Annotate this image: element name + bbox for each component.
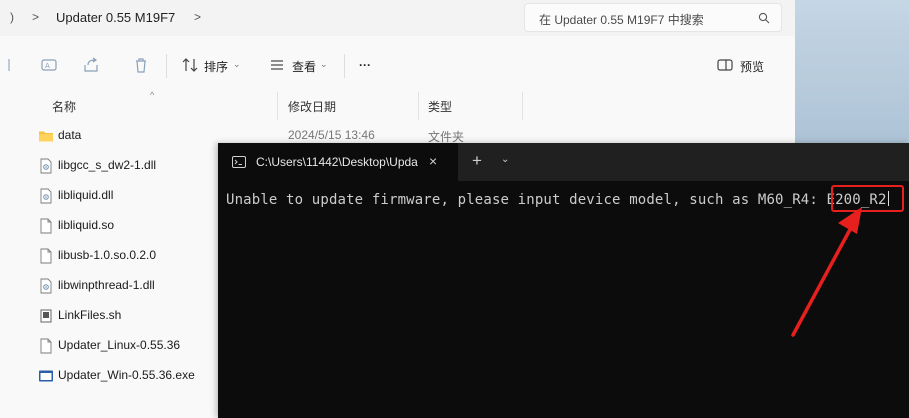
file-date: 2024/5/15 13:46 [288,128,375,142]
file-name: libwinpthread-1.dll [58,278,155,292]
svg-text:A: A [45,62,50,70]
new-item-icon[interactable] [6,56,24,74]
search-placeholder: 在 Updater 0.55 M19F7 中搜索 [539,13,704,27]
sort-chevron-icon[interactable]: ⌄ [233,59,241,70]
breadcrumb-fragment: ) [10,10,14,24]
file-name: LinkFiles.sh [58,308,122,322]
more-options-button[interactable]: ··· [359,58,371,72]
breadcrumb-separator: > [32,10,40,24]
search-icon [758,12,770,24]
dll-file-icon [38,188,54,204]
terminal-output[interactable]: Unable to update firmware, please input … [226,191,890,208]
rename-icon[interactable]: A [40,56,58,74]
view-button[interactable]: 查看 [292,58,316,75]
tab-dropdown-chevron-icon[interactable]: ⌄ [501,154,509,165]
file-icon [38,218,54,234]
sort-button[interactable]: 排序 [204,58,228,75]
folder-icon [38,128,54,144]
exe-file-icon [38,368,54,384]
new-tab-button[interactable]: + [472,151,482,171]
file-name: libusb-1.0.so.0.2.0 [58,248,157,262]
terminal-window: C:\Users\11442\Desktop\Upda × + ⌄ Unable… [218,143,909,418]
terminal-prompt-text: Unable to update firmware, please input … [226,192,827,208]
file-name: Updater_Linux-0.55.36 [58,338,181,352]
preview-pane-icon[interactable] [716,56,734,74]
highlight-box [831,185,904,212]
column-header-date[interactable]: 修改日期 [288,98,336,115]
share-icon[interactable] [82,56,100,74]
file-name: Updater_Win-0.55.36.exe [58,368,195,382]
command-bar: A 排序 ⌄ 查看 ⌄ ··· 预览 [0,46,795,86]
preview-button[interactable]: 预览 [740,58,764,75]
breadcrumb-folder[interactable]: Updater 0.55 M19F7 [56,10,175,25]
close-tab-button[interactable]: × [429,153,437,169]
dll-file-icon [38,158,54,174]
delete-icon[interactable] [132,56,150,74]
sort-icon[interactable] [181,56,199,74]
column-headers: 名称 ^ 修改日期 类型 [0,90,795,120]
terminal-tab-title: C:\Users\11442\Desktop\Upda [256,155,418,169]
file-name: libgcc_s_dw2-1.dll [58,158,157,172]
address-bar: ) > Updater 0.55 M19F7 > 在 Updater 0.55 … [0,0,795,36]
toolbar-divider [344,54,345,78]
file-icon [38,248,54,264]
breadcrumb-separator-end[interactable]: > [194,10,201,24]
view-chevron-icon[interactable]: ⌄ [320,59,328,70]
script-file-icon [38,308,54,324]
column-header-name[interactable]: 名称 [52,98,76,115]
file-name: data [58,128,82,142]
terminal-tab[interactable]: C:\Users\11442\Desktop\Upda × [218,143,458,181]
dll-file-icon [38,278,54,294]
sort-ascending-icon: ^ [150,90,155,100]
file-icon [38,338,54,354]
toolbar-divider [166,54,167,78]
terminal-titlebar: C:\Users\11442\Desktop\Upda × + ⌄ [218,143,909,181]
column-divider[interactable] [522,92,523,120]
column-divider[interactable] [277,92,278,120]
search-input[interactable]: 在 Updater 0.55 M19F7 中搜索 [524,3,782,32]
file-name: libliquid.dll [58,188,114,202]
view-icon[interactable] [268,56,286,74]
column-header-type[interactable]: 类型 [428,98,452,115]
file-name: libliquid.so [58,218,115,232]
column-divider[interactable] [418,92,419,120]
terminal-icon [232,156,246,168]
